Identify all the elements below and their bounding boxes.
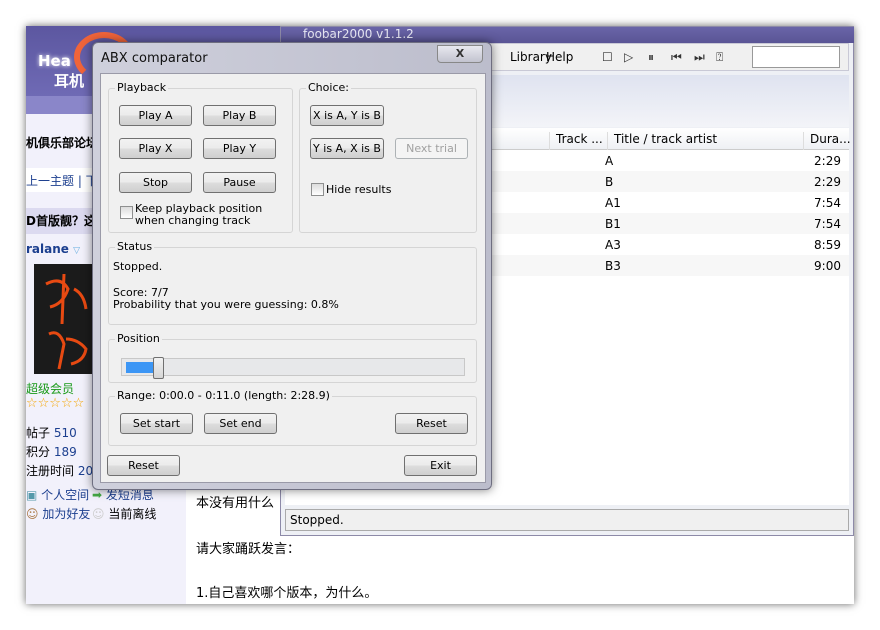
row-title: B1 <box>605 217 621 231</box>
post-line-2: 请大家踊跃发言： <box>196 542 301 557</box>
menu-help[interactable]: Help <box>546 50 573 64</box>
playback-group: Playback Play A Play B Play X Play Y Sto… <box>108 81 293 233</box>
play-b-button[interactable]: Play B <box>203 105 276 126</box>
reset-button[interactable]: Reset <box>107 455 180 476</box>
avatar <box>34 264 94 374</box>
next-icon[interactable]: ⏭ <box>694 50 705 65</box>
row-title: A <box>605 154 614 168</box>
range-label: Range: 0:00.0 - 0:11.0 (length: 2:28.9) <box>115 389 332 402</box>
random-icon[interactable]: ⍰ <box>716 50 723 65</box>
position-group: Position <box>108 332 477 383</box>
stat-points: 积分 189 <box>26 445 77 459</box>
row-title: A3 <box>605 238 621 252</box>
play-icon[interactable]: ▷ <box>624 50 633 64</box>
dialog-body: Playback Play A Play B Play X Play Y Sto… <box>100 73 486 483</box>
forum-logo: Hea <box>38 52 71 70</box>
playback-label: Playback <box>115 81 169 94</box>
add-user-icon: ☺ <box>26 507 39 521</box>
message-icon: ➡ <box>92 488 103 502</box>
forum-logo-cn: 耳机 <box>54 72 85 90</box>
hide-results-label: Hide results <box>326 183 392 196</box>
exit-button[interactable]: Exit <box>404 455 477 476</box>
online-status: ☺ 当前离线 <box>92 507 157 521</box>
forum-title: 机俱乐部论坛 <box>26 136 99 150</box>
previous-icon[interactable]: ⏮ <box>671 50 682 65</box>
search-input[interactable] <box>752 46 840 68</box>
dialog-title: ABX comparator <box>101 51 208 66</box>
keep-position-checkbox[interactable] <box>120 206 133 219</box>
home-icon: ▣ <box>26 488 38 502</box>
rank-stars: ☆☆☆☆☆ <box>26 396 85 411</box>
position-slider[interactable] <box>121 357 465 379</box>
play-y-button[interactable]: Play Y <box>203 138 276 159</box>
status-group: Status Stopped. Score: 7/7 Probability t… <box>108 240 477 325</box>
foobar-title: foobar2000 v1.1.2 <box>303 27 414 41</box>
position-fill <box>126 362 156 373</box>
row-duration: 9:00 <box>814 259 841 273</box>
hide-results-checkbox[interactable] <box>311 183 324 196</box>
row-duration: 7:54 <box>814 196 841 210</box>
play-x-button[interactable]: Play X <box>119 138 192 159</box>
avatar-calligraphy <box>45 273 88 370</box>
username-text: ralane <box>26 242 69 256</box>
set-start-button[interactable]: Set start <box>120 413 193 434</box>
row-duration: 2:29 <box>814 175 841 189</box>
y-is-a-button[interactable]: Y is A, X is B <box>310 138 384 159</box>
stop-button[interactable]: Stop <box>119 172 192 193</box>
keep-position-label: Keep playback position when changing tra… <box>135 202 263 227</box>
username[interactable]: ralane ▽ <box>26 242 80 256</box>
stat-posts: 帖子 510 <box>26 426 77 440</box>
chevron-down-icon: ▽ <box>73 246 81 256</box>
post-line-1: 本没有用什么 <box>196 496 275 511</box>
x-is-a-button[interactable]: X is A, Y is B <box>310 105 384 126</box>
abx-dialog: ABX comparator X Playback Play A Play B … <box>92 42 492 490</box>
screen: Hea 耳机 机俱乐部论坛 上一主题 | 下一 D首版靓？这 ralane ▽ … <box>26 26 854 604</box>
row-title: A1 <box>605 196 621 210</box>
column-title[interactable]: Title / track artist <box>607 132 803 152</box>
row-title: B3 <box>605 259 621 273</box>
position-slider-thumb[interactable] <box>153 357 165 379</box>
status-state: Stopped. <box>113 260 163 273</box>
row-title: B <box>605 175 614 189</box>
range-group: Range: 0:00.0 - 0:11.0 (length: 2:28.9) … <box>108 389 477 446</box>
choice-group: Choice: X is A, Y is B Y is A, X is B Ne… <box>299 81 477 233</box>
status-probability: Probability that you were guessing: 0.8% <box>113 298 339 311</box>
pause-icon[interactable]: ⏸ <box>648 50 654 65</box>
range-reset-button[interactable]: Reset <box>395 413 468 434</box>
link-add-friend[interactable]: ☺ 加为好友 <box>26 505 90 522</box>
play-a-button[interactable]: Play A <box>119 105 192 126</box>
link-space[interactable]: ▣ 个人空间 <box>26 486 89 503</box>
status-label: Status <box>115 240 155 253</box>
column-track[interactable]: Track ... <box>549 132 607 152</box>
next-trial-button[interactable]: Next trial <box>395 138 468 159</box>
post-line-3: 1.自己喜欢哪个版本，为什么。 <box>196 586 378 601</box>
stat-regdate: 注册时间 200 <box>26 464 101 478</box>
user-icon: ☺ <box>92 507 105 521</box>
stop-icon[interactable]: ☐ <box>602 50 613 64</box>
position-label: Position <box>115 332 162 345</box>
row-duration: 2:29 <box>814 154 841 168</box>
choice-label: Choice: <box>306 81 351 94</box>
pause-button[interactable]: Pause <box>203 172 276 193</box>
column-duration[interactable]: Dura... <box>803 132 851 152</box>
user-rank: 超级会员 <box>26 382 75 396</box>
foobar-status-bar: Stopped. <box>285 509 849 531</box>
foobar-titlebar: foobar2000 v1.1.2 <box>281 27 854 43</box>
row-duration: 8:59 <box>814 238 841 252</box>
row-duration: 7:54 <box>814 217 841 231</box>
close-button[interactable]: X <box>437 45 483 63</box>
set-end-button[interactable]: Set end <box>204 413 277 434</box>
